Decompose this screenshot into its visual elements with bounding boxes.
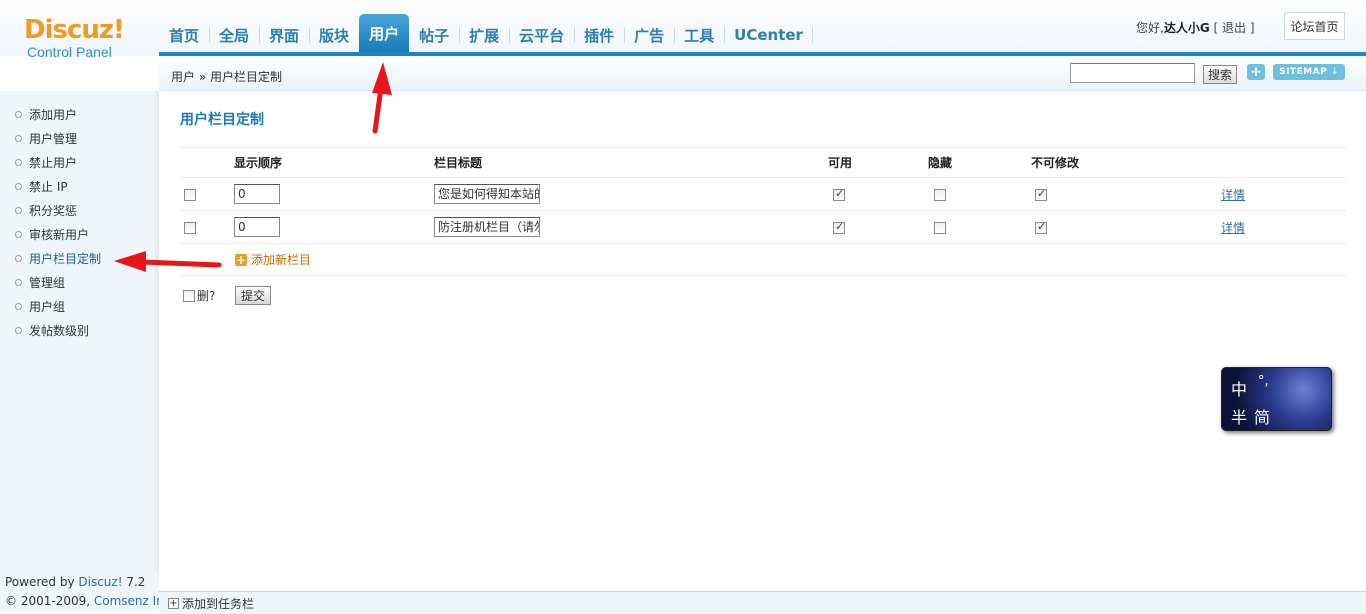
sidebar-item-moderate-users[interactable]: 审核新用户	[0, 226, 155, 250]
breadcrumb-current: 用户栏目定制	[210, 70, 283, 84]
add-field-link[interactable]: + 添加新栏目	[235, 251, 311, 268]
search-button[interactable]: 搜索	[1203, 65, 1237, 84]
tab-ads[interactable]: 广告	[624, 18, 674, 52]
add-field-label: 添加新栏目	[251, 253, 312, 267]
tab-home[interactable]: 首页	[159, 18, 209, 52]
sidebar-item-admin-groups[interactable]: 管理组	[0, 274, 155, 298]
title-input[interactable]: 您是如何得知本站的	[434, 184, 540, 204]
ime-toolbar[interactable]: 中 °, 半 简	[1221, 367, 1332, 431]
delete-label: 删?	[197, 289, 216, 303]
search-input[interactable]	[1070, 63, 1195, 83]
sidebar-item-post-ranks[interactable]: 发帖数级别	[0, 322, 155, 346]
add-to-taskbar-label: 添加到任务栏	[182, 597, 255, 611]
sitemap-button[interactable]: SITEMAP ⇣	[1273, 64, 1345, 80]
table-row: 0 您是如何得知本站的 详情	[180, 177, 1346, 211]
profile-fields-table: 显示顺序 栏目标题 可用 隐藏 不可修改 0 您是如何得知本站的 详情 0 防注…	[180, 147, 1346, 244]
tab-tools[interactable]: 工具	[674, 18, 724, 52]
row-delete-checkbox[interactable]	[184, 221, 196, 234]
powered-by: Powered by Discuz! 7.2	[0, 573, 159, 592]
tab-users[interactable]: 用户	[359, 14, 410, 52]
tab-posts[interactable]: 帖子	[409, 18, 459, 52]
locked-checkbox[interactable]	[1035, 220, 1047, 234]
header: Discuz! Control Panel 首页 全局 界面 版块 用户 帖子 …	[0, 0, 1366, 60]
detail-link[interactable]: 详情	[1221, 221, 1245, 235]
table-row: 0 防注册机栏目（请勿删除） 详情	[180, 210, 1346, 244]
sidebar-item-add-user[interactable]: 添加用户	[0, 106, 155, 130]
copyright: © 2001-2009, Comsenz Inc.	[0, 592, 174, 611]
logo[interactable]: Discuz! Control Panel	[24, 16, 134, 60]
delete-toggle: 删?	[183, 287, 215, 304]
powered-brand-link[interactable]: Discuz!	[78, 575, 122, 589]
order-input[interactable]: 0	[234, 184, 280, 204]
plus-icon: +	[235, 252, 247, 267]
main-content: 用户栏目定制 显示顺序 栏目标题 可用 隐藏 不可修改 0 您是如何得知本站的 …	[159, 91, 1366, 591]
locked-checkbox[interactable]	[1035, 187, 1047, 201]
user-info: 您好,达人小G [ 退出 ]	[1136, 19, 1255, 36]
detail-link[interactable]: 详情	[1221, 188, 1245, 202]
sidebar: 添加用户 用户管理 禁止用户 禁止 IP 积分奖惩 审核新用户 用户栏目定制 管…	[0, 91, 159, 591]
sidebar-item-user-manage[interactable]: 用户管理	[0, 130, 155, 154]
breadcrumb-root[interactable]: 用户	[171, 70, 195, 84]
footer: Powered by Discuz! 7.2 © 2001-2009, Coms…	[0, 573, 174, 611]
col-order: 显示顺序	[234, 147, 434, 178]
add-shortcut-button[interactable]: +	[1247, 64, 1265, 80]
hidden-checkbox[interactable]	[934, 188, 946, 201]
sidebar-item-profile-fields[interactable]: 用户栏目定制	[0, 250, 155, 274]
greeting: 您好,	[1136, 21, 1164, 35]
tab-extend[interactable]: 扩展	[459, 18, 509, 52]
tab-plugins[interactable]: 插件	[574, 18, 624, 52]
plus-box-icon: +	[168, 598, 179, 609]
logo-subtitle: Control Panel	[27, 44, 112, 60]
col-title: 栏目标题	[434, 147, 828, 178]
col-locked: 不可修改	[1031, 147, 1221, 178]
logout-link[interactable]: 退出	[1222, 21, 1246, 35]
add-to-taskbar[interactable]: + 添加到任务栏	[168, 595, 254, 612]
tab-interface[interactable]: 界面	[259, 18, 309, 52]
logo-brand: Discuz!	[24, 15, 125, 45]
ime-chinese-mode[interactable]: 中	[1231, 376, 1247, 400]
available-checkbox[interactable]	[833, 220, 845, 234]
logout-bracket-close: ]	[1246, 21, 1255, 35]
available-checkbox[interactable]	[833, 187, 845, 201]
breadcrumb-separator: »	[195, 70, 210, 84]
col-select	[180, 147, 234, 178]
order-input[interactable]: 0	[234, 217, 280, 237]
sidebar-item-ban-user[interactable]: 禁止用户	[0, 154, 155, 178]
sidebar-item-credits[interactable]: 积分奖惩	[0, 202, 155, 226]
copyright-prefix: © 2001-2009,	[5, 594, 94, 608]
tab-forums[interactable]: 版块	[309, 18, 359, 52]
main-nav: 首页 全局 界面 版块 用户 帖子 扩展 云平台 插件 广告 工具 UCente…	[159, 14, 813, 52]
taskbar: + 添加到任务栏	[159, 591, 1366, 614]
col-detail	[1221, 147, 1346, 178]
col-available: 可用	[828, 147, 928, 178]
submit-button[interactable]: 提交	[235, 286, 271, 305]
col-hidden: 隐藏	[928, 147, 1031, 178]
title-input[interactable]: 防注册机栏目（请勿删除）	[434, 217, 540, 237]
sidebar-item-user-groups[interactable]: 用户组	[0, 298, 155, 322]
tab-cloud[interactable]: 云平台	[509, 18, 574, 52]
ime-simplified[interactable]: 简	[1254, 404, 1270, 428]
tab-ucenter[interactable]: UCenter	[724, 18, 813, 52]
row-delete-checkbox[interactable]	[184, 188, 196, 201]
powered-prefix: Powered by	[5, 575, 79, 589]
breadcrumb: 用户 » 用户栏目定制	[171, 68, 282, 85]
ime-half-width[interactable]: 半	[1231, 404, 1247, 428]
hidden-checkbox[interactable]	[934, 221, 946, 234]
table-header: 显示顺序 栏目标题 可用 隐藏 不可修改	[180, 147, 1346, 178]
username: 达人小G	[1163, 21, 1210, 35]
breadcrumb-bar: 用户 » 用户栏目定制 搜索 + SITEMAP ⇣	[159, 56, 1366, 91]
page-title: 用户栏目定制	[180, 112, 264, 128]
ime-punctuation[interactable]: °,	[1258, 374, 1269, 389]
logout-bracket-open: [	[1209, 21, 1222, 35]
tab-global[interactable]: 全局	[209, 18, 259, 52]
delete-all-checkbox[interactable]	[183, 289, 195, 302]
forum-home-button[interactable]: 论坛首页	[1284, 12, 1345, 40]
sidebar-item-ban-ip[interactable]: 禁止 IP	[0, 178, 155, 202]
powered-version: 7.2	[122, 575, 146, 589]
divider	[180, 275, 1346, 276]
